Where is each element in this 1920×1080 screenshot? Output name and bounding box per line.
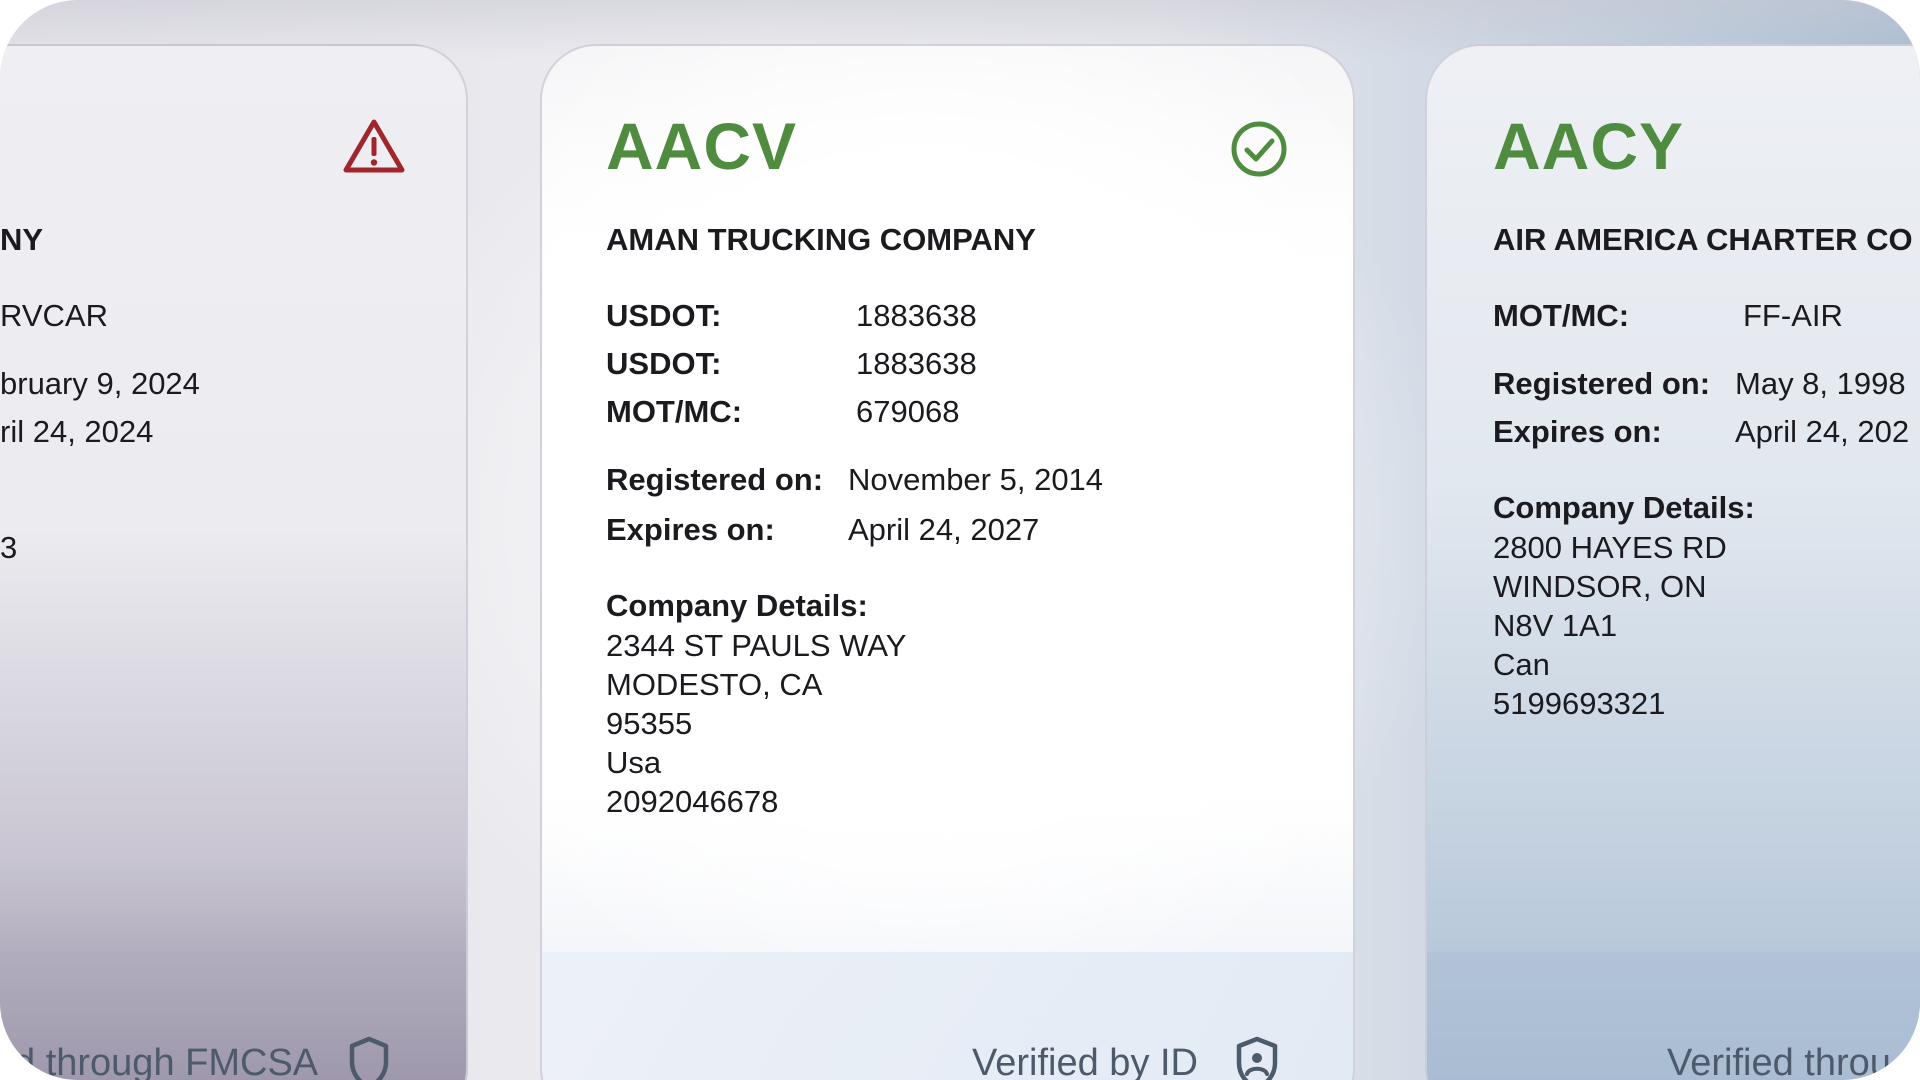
ticker-symbol: AACY — [1493, 109, 1685, 183]
usdot-row: USDOT: 1883638 — [606, 346, 1006, 386]
mot-mc-value: FF-AIR — [1743, 298, 1843, 333]
details-line: N8V 1A1 — [1493, 608, 1618, 643]
carrier-card-left[interactable]: NY RVCAR bruary 9, 2024 ril 24, 2024 3 d… — [0, 44, 468, 1080]
details-line: Can — [1493, 647, 1550, 682]
registered-value: bruary 9, 2024 — [0, 366, 200, 401]
details-line: Usa — [606, 745, 662, 780]
registered-value: May 8, 1998 — [1735, 366, 1906, 401]
mot-mc-row: MOT/MC: FF-AIR — [1493, 298, 1920, 338]
company-name: AMAN TRUCKING COMPANY — [606, 222, 1036, 257]
card-footer: Verified throu — [1427, 952, 1920, 1080]
usdot-row: USDOT: 1883638 — [606, 298, 1006, 338]
expires-row: Expires on: April 24, 2027 — [606, 512, 1166, 552]
verified-text: d through FMCSA — [14, 1042, 319, 1080]
registered-label: Registered on: — [606, 462, 824, 497]
card-footer: Verified by ID — [542, 952, 1353, 1080]
registered-row: Registered on: November 5, 2014 — [606, 462, 1166, 502]
carrier-card-right[interactable]: AACY AIR AMERICA CHARTER CO MOT/MC: FF-A… — [1425, 44, 1920, 1080]
check-circle-icon — [1230, 120, 1288, 183]
company-name: AIR AMERICA CHARTER CO — [1493, 222, 1913, 257]
expires-row: Expires on: April 24, 202 — [1493, 414, 1920, 454]
details-line: 2092046678 — [606, 784, 779, 819]
shield-user-icon — [1234, 1036, 1280, 1080]
details-line: 3 — [0, 530, 18, 565]
expires-label: Expires on: — [1493, 414, 1662, 449]
warning-triangle-icon — [342, 118, 406, 179]
card-footer: d through FMCSA — [0, 952, 466, 1080]
mot-mc-label: MOT/MC: — [1493, 298, 1630, 333]
ticker-symbol: AACV — [606, 109, 798, 183]
details-line: 5199693321 — [1493, 686, 1666, 721]
details-line: 2344 ST PAULS WAY — [606, 628, 907, 663]
usdot-label: USDOT: — [606, 346, 722, 381]
mot-mc-row: MOT/MC: 679068 — [606, 394, 1006, 434]
mot-mc-label: MOT/MC: — [606, 394, 743, 429]
company-details-title: Company Details: — [606, 588, 868, 623]
expires-label: Expires on: — [606, 512, 775, 547]
carrier-card-center[interactable]: AACV AMAN TRUCKING COMPANY USDOT: 188363… — [540, 44, 1355, 1080]
registered-value: November 5, 2014 — [848, 462, 1104, 497]
expires-value: ril 24, 2024 — [0, 414, 154, 449]
registered-label: Registered on: — [1493, 366, 1711, 401]
expires-value: April 24, 202 — [1735, 414, 1910, 449]
usdot-label: USDOT: — [606, 298, 722, 333]
expires-value: April 24, 2027 — [848, 512, 1040, 547]
details-line: 2800 HAYES RD — [1493, 530, 1727, 565]
company-name: NY — [0, 222, 44, 257]
carousel-frame: NY RVCAR bruary 9, 2024 ril 24, 2024 3 d… — [0, 0, 1920, 1080]
details-line: 95355 — [606, 706, 693, 741]
verified-text: Verified throu — [1667, 1042, 1891, 1080]
usdot-value: 1883638 — [856, 298, 977, 333]
verified-text: Verified by ID — [972, 1042, 1198, 1080]
mot-mc-value: 679068 — [856, 394, 960, 429]
mot-mc-value: RVCAR — [0, 298, 108, 333]
company-details-title: Company Details: — [1493, 490, 1755, 525]
registered-row: Registered on: May 8, 1998 — [1493, 366, 1920, 406]
details-line: MODESTO, CA — [606, 667, 823, 702]
shield-icon — [348, 1036, 390, 1080]
details-line: WINDSOR, ON — [1493, 569, 1707, 604]
usdot-value: 1883638 — [856, 346, 977, 381]
